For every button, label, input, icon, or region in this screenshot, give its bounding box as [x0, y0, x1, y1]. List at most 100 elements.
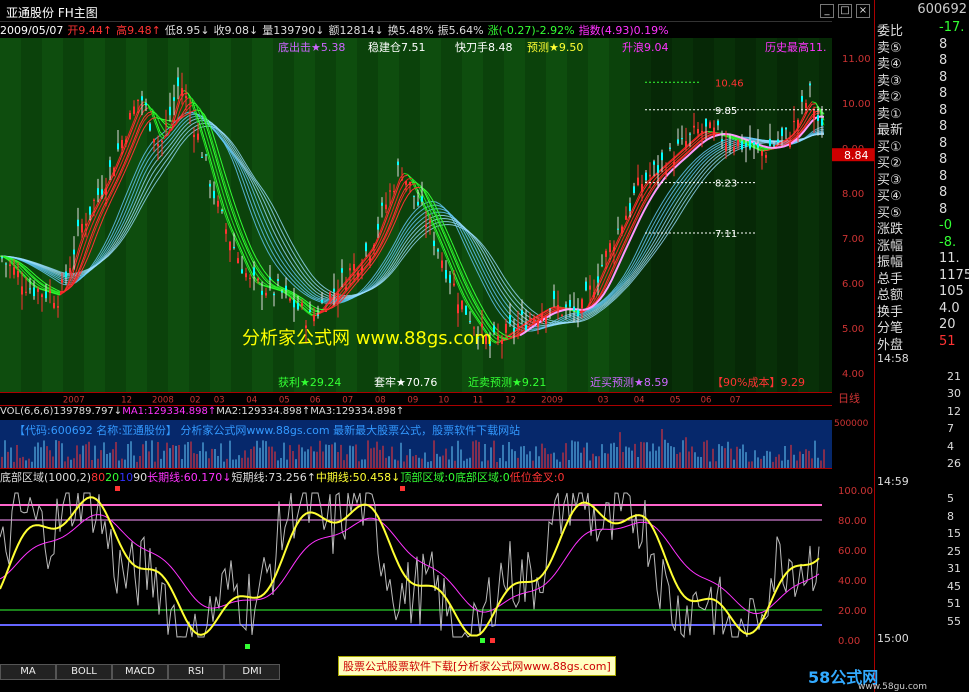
close-button[interactable]: × [856, 4, 870, 18]
cost-label: 近买预测★8.59 [590, 376, 668, 389]
quote-row: 买③ 8 [877, 168, 969, 188]
ind-field-7: 中期线:50.458↓ [315, 471, 401, 484]
bg-band [567, 38, 588, 392]
candle-body [749, 139, 751, 149]
tick-volume: 31 [947, 562, 961, 575]
candle-body [721, 139, 723, 142]
volume-info-line: VOL(6,6,6)139789.797↓MA1:129334.898↑MA2:… [0, 406, 832, 420]
bg-band [525, 38, 546, 392]
price-axis-label: 5.00 [842, 324, 864, 335]
price-axis-label: 6.00 [842, 279, 864, 290]
candle-body [377, 223, 379, 230]
date-tick: 06 [310, 395, 321, 405]
candle-body [221, 209, 223, 212]
candle-body [793, 121, 795, 123]
candle-body [629, 203, 631, 212]
candle-body [725, 142, 727, 151]
candle-body [445, 270, 447, 279]
cost-label: 【90%成本】9.29 [712, 375, 805, 389]
quote-row: 卖① 8 [877, 103, 969, 122]
stock-code: 600692 [917, 2, 967, 17]
bg-band [798, 38, 819, 392]
candle-body [197, 133, 199, 140]
candle-body [653, 161, 655, 165]
candle-body [553, 290, 555, 300]
quote-row-value: 1175 [939, 267, 969, 283]
ind-field-5: 长期线:60.170↓ [147, 471, 232, 484]
candle-body [465, 305, 467, 315]
candle-body [569, 300, 571, 307]
candle-body [497, 336, 499, 340]
quote-row-value: 8 [939, 69, 948, 85]
ad-banner[interactable]: 股票公式股票软件下载[分析家公式网www.88gs.com] [338, 656, 616, 676]
volume-chart[interactable]: 【代码:600692 名称:亚通股份】 分析家公式网www.88gs.com 最… [0, 420, 832, 468]
candle-body [381, 202, 383, 206]
tick-row: 31 [877, 562, 969, 578]
tab-boll[interactable]: BOLL [56, 664, 112, 680]
candle-body [645, 172, 647, 181]
candle-body [661, 152, 663, 161]
candle-body [81, 223, 83, 233]
quote-row: 买① 8 [877, 136, 969, 155]
candle-body [809, 83, 811, 86]
candle-body [565, 304, 567, 308]
quote-field-6: 额12814↓ [328, 24, 384, 37]
candle-body [217, 200, 219, 207]
quote-side-panel: 600692 委比 -17. 卖⑤ 8 卖④ 8 卖③ 8 卖② 8 卖① 8 最新 8 买① 8 买② 8 买③ 8… [874, 0, 969, 692]
candle-body [181, 88, 183, 96]
bg-band [630, 38, 651, 392]
minimize-button[interactable]: _ [820, 4, 834, 18]
candle-body [57, 306, 59, 308]
tab-rsi[interactable]: RSI [168, 664, 224, 680]
candle-body [601, 265, 603, 266]
candle-body [649, 174, 651, 177]
quote-row-value: 11. [939, 251, 960, 266]
candle-body [701, 130, 703, 133]
signal-marker [245, 644, 250, 649]
candle-body [777, 139, 779, 143]
candle-body [789, 142, 791, 148]
tick-volume: 55 [947, 614, 961, 628]
quote-row: 买⑤ 8 [877, 202, 969, 221]
candle-body [353, 264, 355, 271]
candle-body [333, 288, 335, 292]
ma-ribbon-fast [407, 178, 413, 180]
price-axis-label: 11.00 [842, 54, 871, 65]
tab-dmi[interactable]: DMI [224, 664, 280, 680]
candle-body [393, 191, 395, 192]
tab-ma[interactable]: MA [0, 664, 56, 680]
candle-body [341, 268, 343, 273]
quote-row: 卖③ 8 [877, 69, 969, 89]
tick-volume: 12 [947, 404, 961, 418]
indicator-chart[interactable] [0, 484, 832, 650]
tick-volume: 4 [947, 439, 954, 453]
candle-body [425, 225, 427, 228]
main-price-chart[interactable]: 10.46 9.85 8.23 7.11 底出击★5.38 稳建仓7.51 快刀手8.48 预… [0, 38, 832, 392]
date-tick: 10 [438, 395, 449, 405]
maximize-button[interactable]: □ [838, 4, 852, 18]
candle-body [549, 309, 551, 311]
candle-body [417, 201, 419, 206]
candle-body [261, 290, 263, 295]
period-label[interactable]: 日线 [838, 391, 860, 405]
candle-body [389, 190, 391, 192]
candle-body [685, 141, 687, 147]
candle-body [621, 226, 623, 234]
tab-macd[interactable]: MACD [112, 664, 168, 680]
tick-volume: 5 [947, 492, 954, 505]
candle-body [481, 323, 483, 328]
bg-band [819, 38, 832, 392]
quote-field-7: 换5.48% [387, 24, 434, 37]
candle-body [709, 122, 711, 129]
ind-field-3: 10 [119, 471, 134, 484]
tick-row: 55 [877, 615, 969, 631]
candle-body [357, 272, 359, 277]
signal-marker [115, 486, 120, 491]
candle-body [421, 196, 423, 202]
quote-row-value: 8 [939, 168, 948, 184]
ma-ribbon-fast [195, 109, 201, 112]
candle-body [717, 120, 719, 126]
quote-field-8: 振5.64% [437, 24, 484, 37]
candle-body [781, 128, 783, 137]
candle-body [193, 134, 195, 138]
